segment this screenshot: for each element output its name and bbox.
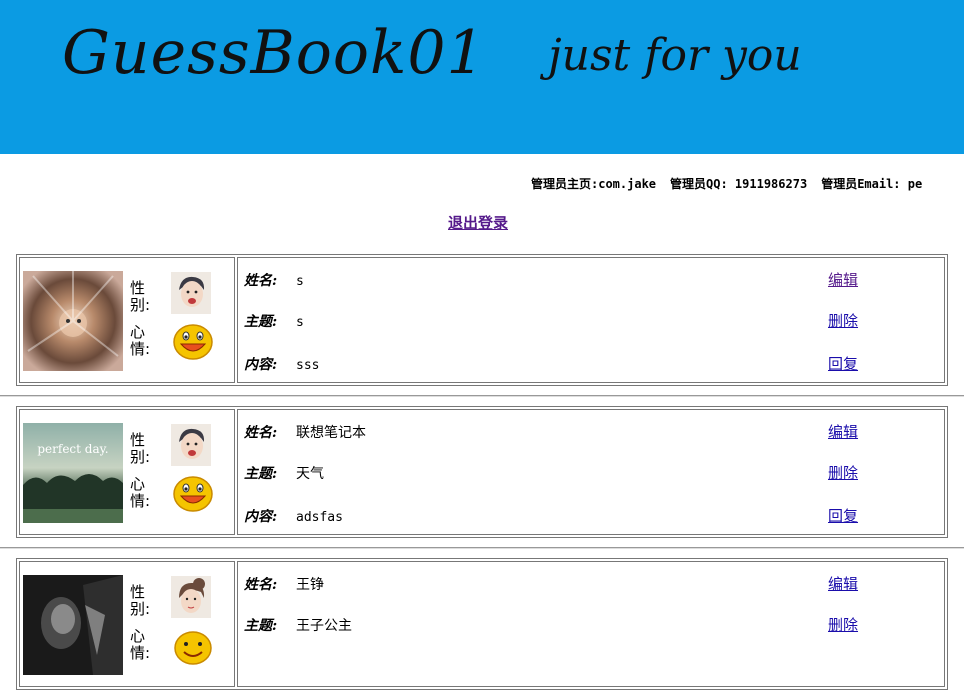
name-label: 姓名: bbox=[244, 577, 278, 593]
subject-label: 主题: bbox=[244, 618, 278, 634]
subject-value: 王子公主 bbox=[296, 618, 352, 634]
content-label: 内容: bbox=[244, 509, 278, 525]
edit-link[interactable]: 编辑 bbox=[828, 573, 858, 594]
subject-label: 主题: bbox=[244, 466, 278, 482]
gender-label: 性别: bbox=[130, 431, 151, 466]
site-subtitle: just for you bbox=[548, 30, 802, 81]
guestbook-entry: perfect day. 性别: 心情: 姓名: 联想笔记本 主题: 天气 内容… bbox=[16, 406, 948, 538]
gender-label: 性别: bbox=[130, 583, 151, 618]
gender-label: 性别: bbox=[130, 279, 151, 314]
entry-message-cell: 姓名: 联想笔记本 主题: 天气 内容: adsfas 编辑 删除 回复 bbox=[237, 409, 945, 535]
header-banner: GuessBook01 just for you bbox=[0, 0, 964, 154]
reply-link[interactable]: 回复 bbox=[828, 353, 858, 374]
admin-homepage: 管理员主页:com.jake bbox=[531, 177, 657, 191]
edit-link[interactable]: 编辑 bbox=[828, 421, 858, 442]
grin-smiley-icon bbox=[172, 474, 214, 514]
mood-label: 心情: bbox=[130, 323, 151, 358]
edit-link[interactable]: 编辑 bbox=[828, 269, 858, 290]
name-value: 王铮 bbox=[296, 577, 324, 593]
grin-smiley-icon bbox=[172, 322, 214, 362]
mood-label: 心情: bbox=[130, 627, 151, 662]
delete-link[interactable]: 删除 bbox=[828, 462, 858, 483]
smiley-icon bbox=[172, 626, 214, 666]
name-label: 姓名: bbox=[244, 425, 278, 441]
entry-profile-cell: perfect day. 性别: 心情: bbox=[19, 409, 235, 535]
delete-link[interactable]: 删除 bbox=[828, 310, 858, 331]
boy-avatar-icon bbox=[171, 272, 211, 314]
admin-email: 管理员Email: pe bbox=[821, 177, 923, 191]
entry-message-cell: 姓名: 王铮 主题: 王子公主 编辑 删除 bbox=[237, 561, 945, 687]
entry-profile-cell: 性别: 心情: bbox=[19, 257, 235, 383]
content-value: adsfas bbox=[296, 510, 343, 525]
admin-info-bar: 管理员主页:com.jake 管理员QQ: 1911986273 管理员Email:… bbox=[531, 175, 936, 192]
dark-portrait-photo bbox=[23, 575, 123, 675]
divider bbox=[0, 395, 964, 397]
subject-label: 主题: bbox=[244, 314, 278, 330]
subject-value: 天气 bbox=[296, 466, 324, 482]
blurred-face-photo bbox=[23, 271, 123, 371]
name-value: 联想笔记本 bbox=[296, 425, 366, 441]
guestbook-entry: 性别: 心情: 姓名: s 主题: s 内容: sss 编辑 删除 回复 bbox=[16, 254, 948, 386]
subject-row: 主题: s bbox=[244, 311, 304, 331]
name-row: 姓名: 联想笔记本 bbox=[244, 422, 366, 442]
delete-link[interactable]: 删除 bbox=[828, 614, 858, 635]
subject-value: s bbox=[296, 315, 304, 330]
mood-label: 心情: bbox=[130, 475, 151, 510]
guestbook-entry: 性别: 心情: 姓名: 王铮 主题: 王子公主 编辑 删除 bbox=[16, 558, 948, 690]
name-value: s bbox=[296, 274, 304, 289]
content-value: sss bbox=[296, 358, 320, 373]
content-row: 内容: sss bbox=[244, 354, 319, 374]
name-row: 姓名: 王铮 bbox=[244, 574, 324, 594]
perfect-day-photo: perfect day. bbox=[23, 423, 123, 523]
subject-row: 主题: 王子公主 bbox=[244, 615, 352, 635]
boy-avatar-icon bbox=[171, 424, 211, 466]
entry-message-cell: 姓名: s 主题: s 内容: sss 编辑 删除 回复 bbox=[237, 257, 945, 383]
name-label: 姓名: bbox=[244, 273, 278, 289]
name-row: 姓名: s bbox=[244, 270, 304, 290]
content-row: 内容: adsfas bbox=[244, 506, 343, 526]
admin-qq: 管理员QQ: 1911986273 bbox=[670, 177, 808, 191]
content-label: 内容: bbox=[244, 357, 278, 373]
girl-avatar-icon bbox=[171, 576, 211, 618]
divider bbox=[0, 547, 964, 549]
subject-row: 主题: 天气 bbox=[244, 463, 324, 483]
reply-link[interactable]: 回复 bbox=[828, 505, 858, 526]
entry-profile-cell: 性别: 心情: bbox=[19, 561, 235, 687]
logout-link[interactable]: 退出登录 bbox=[448, 212, 508, 233]
perfect-day-caption: perfect day. bbox=[37, 442, 108, 456]
site-title: GuessBook01 bbox=[62, 18, 486, 88]
